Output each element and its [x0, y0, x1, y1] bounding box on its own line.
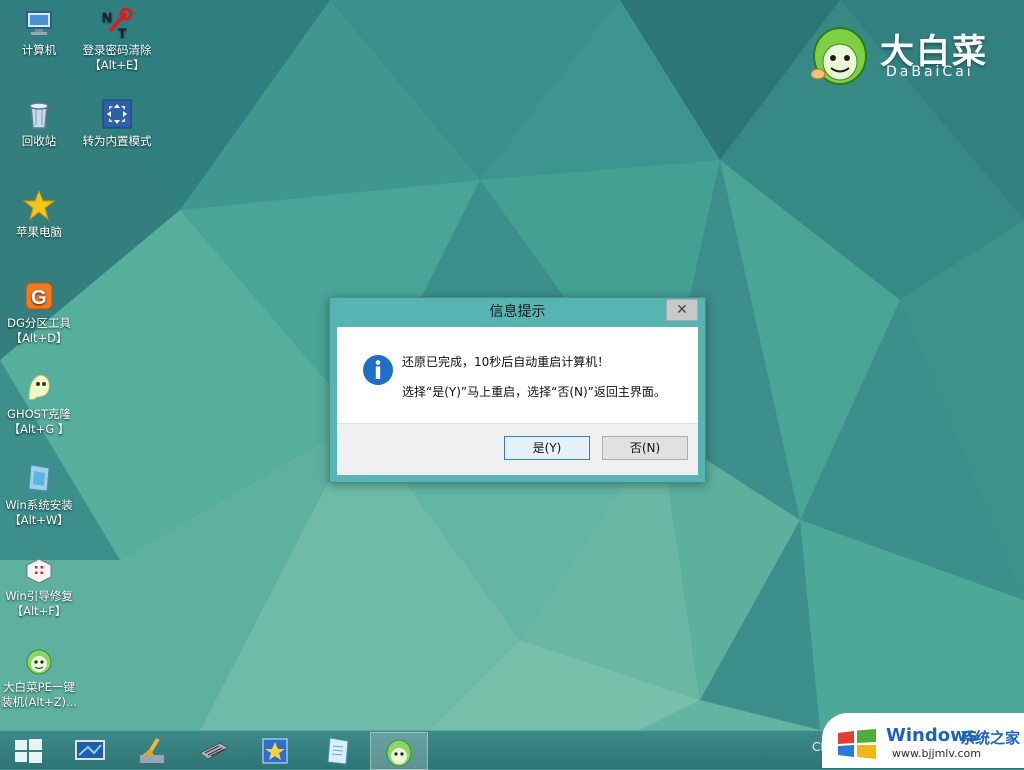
dialog-message-line1: 还原已完成，10秒后自动重启计算机！: [402, 355, 610, 369]
memory-icon: [199, 742, 229, 760]
win-install-icon: [28, 464, 50, 492]
dabaicai-logo: 大白菜 DaBaiCai: [806, 18, 1006, 88]
desktop-icon-password-clear[interactable]: N T 登录密码清除 【Alt+E】: [78, 7, 156, 73]
dialog-message-line2: 选择“是(Y)”马上重启，选择“否(N)”返回主界面。: [402, 385, 666, 399]
cleaner-icon: [140, 737, 164, 763]
taskbar-dabaicai[interactable]: [370, 732, 428, 770]
info-icon: [363, 355, 393, 385]
info-dialog: 信息提示 ✕ 还原已完成，10秒后自动重启计算机！ 选择“是(Y)”马上重启，选…: [329, 297, 706, 483]
ghost-icon: [28, 374, 50, 401]
dabaicai-icon: [386, 739, 412, 767]
svg-text:N: N: [102, 9, 112, 25]
desktop-icon-win-install[interactable]: Win系统安装 【Alt+W】: [0, 462, 78, 528]
start-button[interactable]: [0, 732, 56, 768]
desktop-icon-recycle-bin[interactable]: 回收站: [0, 98, 78, 149]
taskbar-display[interactable]: [62, 732, 118, 768]
desktop-icon-label: 大白菜PE一键 装机(Alt+Z)...: [0, 680, 78, 709]
desktop-icon-label: 计算机: [21, 43, 57, 57]
star-icon: [23, 189, 55, 221]
dialog-title: 信息提示: [489, 304, 546, 320]
taskbar-notepad[interactable]: [310, 732, 366, 768]
desktop-icon-computer[interactable]: 计算机: [0, 7, 78, 58]
notepad-icon: [327, 737, 349, 765]
display-icon: [75, 740, 105, 760]
desktop-icon-label: 转为内置模式: [82, 134, 152, 148]
desktop-icon-label: 苹果电脑: [16, 225, 62, 239]
close-icon: ✕: [676, 302, 688, 318]
tools-icon: [262, 738, 288, 764]
taskbar-cleaner[interactable]: [124, 732, 180, 768]
desktop-icon-label: 登录密码清除 【Alt+E】: [82, 43, 152, 72]
desktop-icon-builtin-mode[interactable]: 转为内置模式: [78, 98, 156, 149]
desktop-icon-label: GHOST克隆 【Alt+G 】: [7, 407, 71, 436]
desktop-icon-apple[interactable]: 苹果电脑: [0, 189, 78, 240]
start-icon: [15, 739, 42, 763]
boot-repair-icon: [26, 558, 52, 584]
desktop-icon-label: DG分区工具 【Alt+D】: [7, 316, 71, 345]
desktop-icon-label: Win系统安装 【Alt+W】: [5, 498, 73, 527]
desktop-icon-dabaicai-install[interactable]: 大白菜PE一键 装机(Alt+Z)...: [0, 644, 78, 710]
recycle-bin-icon: [29, 102, 49, 129]
yes-button[interactable]: 是(Y): [504, 436, 590, 460]
brand-name-en: DaBaiCai: [886, 64, 974, 80]
no-button[interactable]: 否(N): [602, 436, 688, 460]
dabaicai-install-icon: [26, 649, 52, 675]
watermark-url: www.bjjmlv.com: [892, 747, 981, 760]
close-button[interactable]: ✕: [666, 299, 698, 321]
dialog-body: 还原已完成，10秒后自动重启计算机！ 选择“是(Y)”马上重启，选择“否(N)”…: [337, 327, 698, 475]
watermark-suffix: 系统之家: [960, 729, 1021, 747]
desktop-icon-ghost[interactable]: GHOST克隆 【Alt+G 】: [0, 371, 78, 437]
dialog-button-bar: 是(Y) 否(N): [337, 423, 698, 475]
windows-flag-icon: [838, 729, 876, 759]
taskbar-tools[interactable]: [248, 732, 304, 768]
password-clear-icon: N T: [102, 7, 133, 39]
taskbar-memory[interactable]: [186, 732, 242, 768]
computer-icon: [26, 11, 52, 35]
watermark: Windows 系统之家 www.bjjmlv.com: [822, 713, 1024, 768]
cabbage-mascot-icon: [810, 27, 867, 85]
diskgenius-icon: G: [25, 282, 53, 310]
desktop-icon-dg-partition[interactable]: G DG分区工具 【Alt+D】: [0, 280, 78, 346]
svg-text:T: T: [118, 25, 127, 39]
desktop-icon-label: Win引导修复 【Alt+F】: [5, 589, 73, 618]
desktop-icon-boot-repair[interactable]: Win引导修复 【Alt+F】: [0, 553, 78, 619]
svg-text:G: G: [31, 287, 47, 309]
builtin-mode-icon: [102, 99, 132, 129]
desktop-icon-label: 回收站: [21, 134, 57, 148]
